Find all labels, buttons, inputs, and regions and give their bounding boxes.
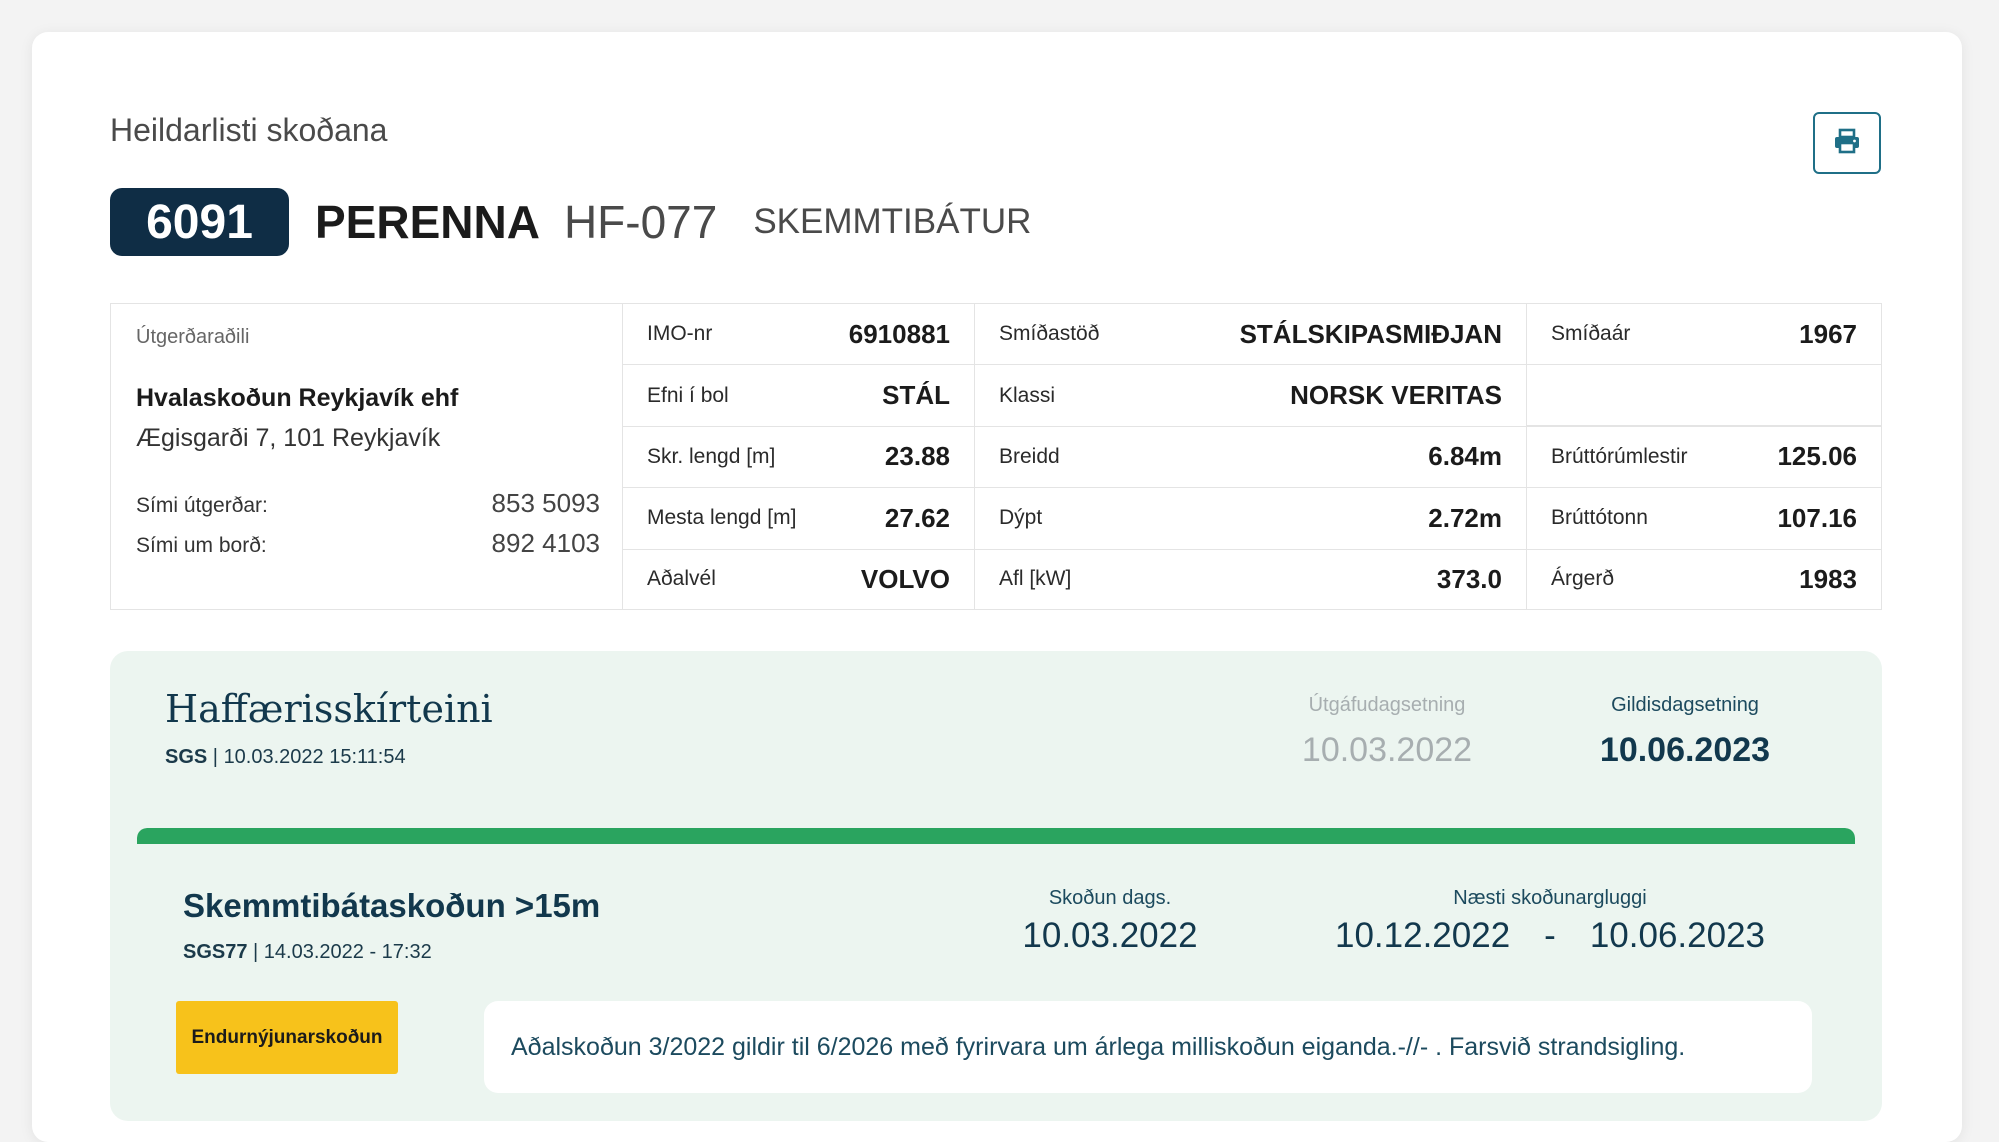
spec-value: 107.16: [1777, 502, 1857, 533]
spec-gross-register: Brúttórúmlestir 125.06: [1527, 425, 1882, 488]
spec-label: Skr. lengd [m]: [647, 444, 776, 468]
spec-value: VOLVO: [860, 563, 950, 594]
vessel-registration: HF-077: [563, 196, 718, 248]
owner-address: Ægisgarði 7, 101 Reykjavík: [136, 424, 441, 452]
spec-shipyard: Smíðastöð STÁLSKIPASMIÐJAN: [975, 303, 1527, 365]
page-subtitle: Heildarlisti skoðana: [110, 112, 388, 148]
vessel-name: PERENNA: [315, 196, 540, 248]
spec-imo: IMO-nr 6910881: [623, 303, 975, 365]
spec-value: 6.84m: [1428, 441, 1502, 472]
phone-value[interactable]: 853 5093: [492, 488, 600, 519]
owner-panel: Útgerðaraðili Hvalaskoðun Reykjavík ehf …: [110, 303, 623, 610]
spec-value: 125.06: [1777, 441, 1857, 472]
spec-breadth: Breidd 6.84m: [975, 425, 1527, 488]
printer-icon: [1833, 128, 1861, 159]
spec-value: STÁL: [882, 380, 950, 411]
phone-row: Sími um borð: 892 4103: [136, 528, 600, 559]
inspection-meta: SGS77 | 14.03.2022 - 17:32: [183, 941, 432, 963]
validity-progress-fill: [137, 828, 1855, 844]
inspection-code: SGS77: [183, 941, 248, 963]
vessel-title: 6091 PERENNA HF-077 SKEMMTIBÁTUR: [110, 188, 1031, 256]
spec-value: 1983: [1799, 563, 1857, 594]
spec-empty: [1527, 364, 1882, 426]
phone-value[interactable]: 892 4103: [492, 528, 600, 559]
window-separator: -: [1544, 916, 1556, 955]
spec-label: Árgerð: [1551, 567, 1615, 591]
spec-value: 373.0: [1436, 563, 1502, 594]
spec-value: 27.62: [884, 502, 950, 533]
spec-power: Afl [kW] 373.0: [975, 548, 1527, 610]
spec-model-year: Árgerð 1983: [1527, 548, 1882, 610]
spec-build-year: Smíðaár 1967: [1527, 303, 1882, 365]
inspection-remark: Aðalskoðun 3/2022 gildir til 6/2026 með …: [484, 1001, 1812, 1093]
certificate-timestamp: 10.03.2022 15:11:54: [223, 746, 406, 768]
spec-label: Efni í bol: [647, 383, 729, 407]
issue-date-block: Útgáfudagsetning 10.03.2022: [1282, 694, 1492, 770]
spec-depth: Dýpt 2.72m: [975, 487, 1527, 549]
spec-gross-tonnage: Brúttótonn 107.16: [1527, 487, 1882, 549]
spec-label: Brúttórúmlestir: [1551, 444, 1688, 468]
window-end-date: 10.06.2023: [1589, 916, 1765, 955]
certificate-panel: Haffærisskírteini SGS | 10.03.2022 15:11…: [110, 651, 1882, 1121]
spec-hull-material: Efni í bol STÁL: [623, 364, 975, 426]
spec-value: 23.88: [884, 441, 950, 472]
phone-label: Sími um borð:: [136, 534, 267, 557]
inspection-date-block: Skoðun dags. 10.03.2022: [1010, 887, 1210, 956]
window-start-date: 10.12.2022: [1335, 916, 1511, 955]
spec-main-engine: Aðalvél VOLVO: [623, 548, 975, 610]
spec-label: Dýpt: [999, 506, 1043, 530]
certificate-title: Haffærisskírteini: [165, 687, 493, 731]
spec-value: NORSK VERITAS: [1290, 380, 1502, 411]
phone-label: Sími útgerðar:: [136, 494, 268, 517]
inspection-title: Skemmtibátaskoðun >15m: [183, 887, 601, 924]
certificate-issuer: SGS: [165, 746, 208, 768]
spec-label: Mesta lengd [m]: [647, 506, 797, 530]
spec-label: Smíðaár: [1551, 322, 1631, 346]
spec-label: Klassi: [999, 383, 1056, 407]
specs-grid: IMO-nr 6910881 Smíðastöð STÁLSKIPASMIÐJAN …: [623, 303, 1882, 610]
certificate-meta: SGS | 10.03.2022 15:11:54: [165, 746, 406, 768]
owner-label: Útgerðaraðili: [136, 326, 250, 348]
inspection-window-range: 10.12.2022 - 10.06.2023: [1330, 916, 1770, 956]
inspection-date-label: Skoðun dags.: [1048, 887, 1172, 909]
spec-label: Smíðastöð: [999, 322, 1100, 346]
print-button[interactable]: [1813, 112, 1881, 174]
spec-value: 1967: [1799, 318, 1857, 349]
vessel-type: SKEMMTIBÁTUR: [753, 202, 1032, 241]
vessel-number-badge: 6091: [110, 188, 289, 256]
inspection-timestamp: 14.03.2022 - 17:32: [263, 941, 432, 963]
issue-date-label: Útgáfudagsetning: [1308, 694, 1466, 716]
issue-date: 10.03.2022: [1301, 731, 1473, 769]
inspection-window-label: Næsti skoðunargluggi: [1453, 887, 1647, 909]
valid-date-block: Gildisdagsetning 10.06.2023: [1580, 694, 1790, 770]
spec-label: Brúttótonn: [1551, 506, 1648, 530]
spec-label: Afl [kW]: [999, 567, 1072, 591]
spec-value: 6910881: [848, 318, 950, 349]
validity-progress-bar: [137, 828, 1855, 844]
spec-registered-length: Skr. lengd [m] 23.88: [623, 425, 975, 488]
spec-label: Aðalvél: [647, 567, 716, 591]
valid-date: 10.06.2023: [1599, 731, 1771, 769]
phone-row: Sími útgerðar: 853 5093: [136, 488, 600, 519]
spec-label: IMO-nr: [647, 322, 713, 346]
spec-class: Klassi NORSK VERITAS: [975, 364, 1527, 426]
spec-label: Breidd: [999, 444, 1060, 468]
vessel-info: Útgerðaraðili Hvalaskoðun Reykjavík ehf …: [110, 303, 1882, 610]
valid-date-label: Gildisdagsetning: [1611, 694, 1759, 716]
owner-name: Hvalaskoðun Reykjavík ehf: [136, 384, 459, 412]
inspection-type-button[interactable]: Endurnýjunarskoðun: [176, 1001, 398, 1074]
inspection-window-block: Næsti skoðunargluggi 10.12.2022 - 10.06.…: [1330, 887, 1770, 956]
spec-value: 2.72m: [1428, 502, 1502, 533]
spec-value: STÁLSKIPASMIÐJAN: [1239, 318, 1502, 349]
inspection-date: 10.03.2022: [1022, 916, 1198, 955]
spec-max-length: Mesta lengd [m] 27.62: [623, 487, 975, 549]
